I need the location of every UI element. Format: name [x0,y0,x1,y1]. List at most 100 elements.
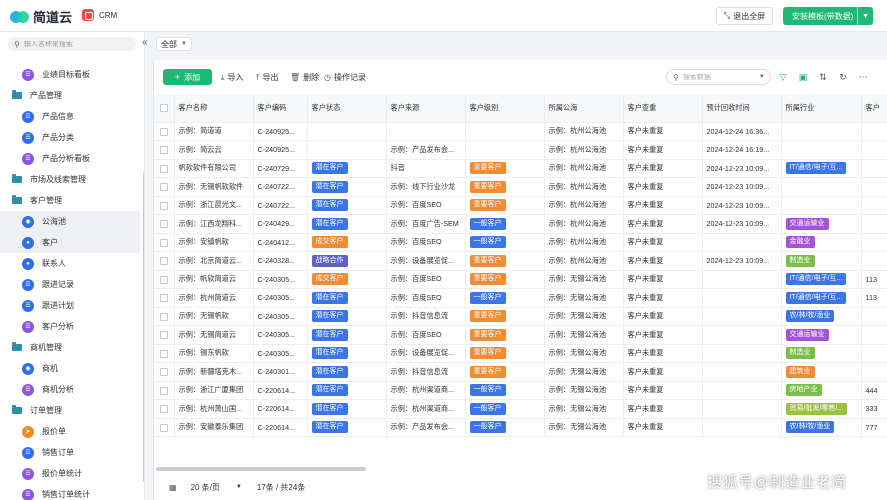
table-row[interactable]: 示例：浙江晨光文... C-240722... 潜在客户 示例：百度SEO 重要客户 示例… [154,196,887,215]
table-row[interactable]: 示例：简云云 C-240925... 示例：产品发布会... 示例：杭州公海池 客户未重… [154,140,887,160]
row-checkbox[interactable] [154,122,175,141]
table-row[interactable]: 示例：杭州萧山国... C-220614... 潜在客户 示例：杭州渠道商... 一般客… [154,399,887,419]
sidebar-item[interactable]: 订单管理 [0,400,140,421]
table-row[interactable]: 示例：帆软简道云 C-240305... 成交客户 示例：百度SEO 重要客户 示例：无锡… [154,270,887,289]
import-button[interactable]: ⤓ 导入 [221,72,244,83]
data-search-input[interactable] [682,73,753,81]
column-header[interactable]: 客户来源 [386,94,466,123]
row-checkbox[interactable] [154,307,175,326]
sort-icon[interactable]: ⇅ [817,71,829,83]
column-header[interactable]: 客户编码 [253,94,308,123]
row-checkbox[interactable] [154,177,175,197]
sidebar-item[interactable]: ➤ 报价单 [0,421,140,442]
sidebar-search[interactable]: ⚲ [8,37,136,51]
add-button[interactable]: + 添加 [163,69,212,85]
row-checkbox[interactable] [154,251,175,271]
sidebar-item[interactable]: 商机管理 [0,337,140,358]
table-row[interactable]: 示例：无锡简道云 C-240305... 潜在客户 示例：百度SEO 重要客户 示例：无锡… [154,325,887,345]
sidebar-item[interactable]: 客户管理 [0,190,140,211]
row-checkbox[interactable] [154,270,175,289]
app-tab[interactable]: CRM [82,9,117,21]
column-header[interactable]: 所属行业 [781,94,862,123]
row-checkbox[interactable] [154,418,175,437]
sidebar-item[interactable]: ☰ 客户分析 [0,316,140,337]
page-size-select[interactable]: 20 条/页 [191,482,220,493]
row-checkbox[interactable] [154,325,175,345]
row-checkbox[interactable] [154,288,175,308]
column-header[interactable]: 客户状态 [307,94,387,123]
chat-icon[interactable]: ▣ [797,71,809,83]
filter-icon[interactable]: ▽ [777,71,789,83]
industry-tag: 交通运输业 [785,328,829,341]
sidebar-item[interactable]: 市场及线索管理 [0,169,140,190]
data-search[interactable]: ⚲ ▼ [666,69,771,85]
cell-sea: 示例：杭州公海池 [544,177,624,197]
column-header[interactable]: 预计回收时间 [702,94,782,123]
chevron-down-icon[interactable]: ▼ [759,74,765,80]
row-checkbox[interactable] [154,214,175,234]
sidebar-item[interactable]: ☰ 产品分析看板 [0,148,140,169]
chevron-down-icon[interactable]: ▼ [236,484,242,490]
table-row[interactable]: 示例：北京简道云... C-240328... 战略合作 示例：设备展览促... 重要客… [154,251,887,271]
industry-tag: IT/通信/电子/互... [785,273,847,286]
column-header[interactable]: 客户 [861,94,887,123]
table-row[interactable]: 示例：杭州简道云 C-240305... 潜在客户 示例：百度SEO 一般客户 示例：无锡… [154,288,887,308]
sidebar-item[interactable]: ☰ 商机分析 [0,379,140,400]
sidebar-item[interactable]: ☰ 销售订单统计 [0,484,140,500]
table-row[interactable]: 示例：无锡帆软软件 C-240722... 潜在客户 示例：线下行业沙龙 重要客户 示例：… [154,177,887,197]
industry-tag: 交通运输业 [785,217,829,230]
table-row[interactable]: 示例：安徽泰乐集团 C-220614... 潜在客户 示例：产品发布会... 一般客户 示… [154,418,887,437]
more-icon[interactable]: ⋯ [857,71,869,83]
collapse-sidebar-icon[interactable]: « [142,37,148,48]
sidebar-item[interactable]: ◉ 商机 [0,358,140,379]
sidebar-item[interactable]: ☰ 产品信息 [0,106,140,127]
row-checkbox[interactable] [154,344,175,363]
column-header[interactable]: 客户级别 [465,94,545,123]
table-row[interactable]: 示例：锡东帆软 C-240305... 潜在客户 示例：设备展览促... 重要客户 示例：… [154,344,887,363]
sidebar-item[interactable]: ☰ 产品分类 [0,127,140,148]
level-tag: 重要客户 [469,180,506,193]
row-checkbox[interactable] [154,159,175,178]
column-header[interactable]: 客户查重 [623,94,703,123]
sidebar-item[interactable]: 产品管理 [0,85,140,106]
row-checkbox[interactable] [154,196,175,215]
refresh-icon[interactable]: ↻ [837,71,849,83]
operation-log-button[interactable]: ◷ 操作记录 [324,72,366,83]
exit-fullscreen-button[interactable]: ⤡ 退出全屏 [716,7,773,25]
cell-name: 示例：无锡帆软 [174,307,254,326]
delete-button[interactable]: 🗑 删除 [290,72,319,83]
chevron-down-icon[interactable]: ▼ [857,7,873,25]
table-row[interactable]: 示例：江西龙翔科... C-240429... 潜在客户 示例：百度广告-SEM 一般客… [154,214,887,234]
table-row[interactable]: 示例：新疆塔克木... C-240301... 潜在客户 示例：抖音信息流 重要客户 示例… [154,362,887,382]
row-checkbox[interactable] [154,140,175,160]
table-row[interactable]: 示例：简道道 C-240925... 示例：杭州公海池 客户未重复 2024-12-24… [154,122,887,141]
sidebar-item[interactable]: ☰ 报价单统计 [0,463,140,484]
row-checkbox[interactable] [154,381,175,400]
column-header[interactable]: 所属公海 [544,94,624,123]
sidebar-item[interactable]: ☰ 销售订单 [0,442,140,463]
horizontal-scrollbar[interactable] [156,467,366,471]
install-template-button[interactable]: 安装模板(带数据) ▼ [783,7,873,25]
cell-name: 示例：安徽泰乐集团 [174,418,254,437]
table-row[interactable]: 示例：浙江广厦集团 C-220614... 潜在客户 示例：杭州渠道商... 一般客户 示… [154,381,887,400]
sidebar-item[interactable]: ☰ 业绩目标看板 [0,64,140,85]
sidebar-item[interactable]: ● 客户 [0,232,140,253]
table-row[interactable]: 示例：安镇帆软 C-240412... 成交客户 示例：百度SEO 一般客户 示例：杭州公… [154,233,887,252]
column-header[interactable]: 客户名称 [174,94,254,123]
grid-icon[interactable]: ▦ [169,483,177,492]
select-all-checkbox[interactable] [154,94,175,123]
row-checkbox[interactable] [154,233,175,252]
export-button[interactable]: ⤒ 导出 [256,72,279,83]
view-selector[interactable]: 全部 ▼ [156,37,192,51]
table-row[interactable]: 帆软软件有限公司 C-240729... 潜在客户 抖音 重要客户 示例：杭州公海池 客户未… [154,159,887,178]
row-checkbox[interactable] [154,362,175,382]
sidebar-item[interactable]: ● 联系人 [0,253,140,274]
sidebar-item[interactable]: ☰ 跟进记录 [0,274,140,295]
sidebar-search-input[interactable] [23,40,129,48]
sidebar-scrollbar[interactable] [143,172,144,482]
row-checkbox[interactable] [154,399,175,419]
sidebar-item[interactable]: ◉ 公海池 [0,211,140,232]
sidebar-item[interactable]: ☰ 跟进计划 [0,295,140,316]
table-row[interactable]: 示例：无锡帆软 C-240305... 潜在客户 示例：抖音信息流 重要客户 示例：无锡公… [154,307,887,326]
logo[interactable]: 简道云 [10,7,72,26]
